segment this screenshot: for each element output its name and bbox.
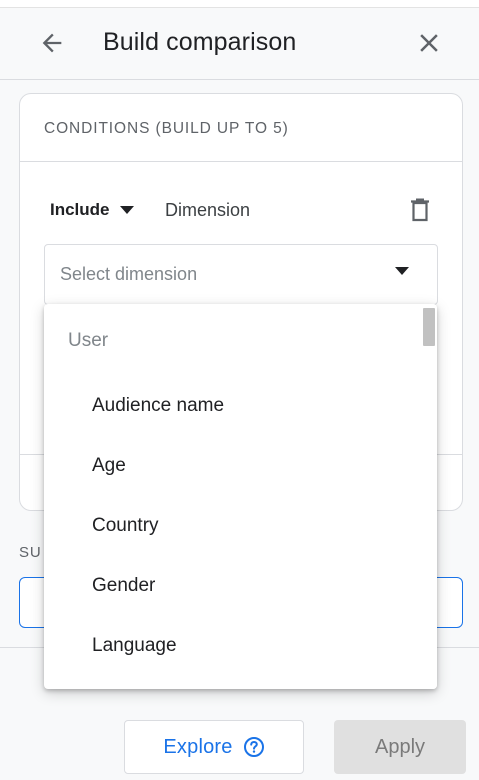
- page-title: Build comparison: [103, 28, 297, 56]
- conditions-heading: CONDITIONS (BUILD UP TO 5): [44, 120, 289, 137]
- summary-section-label: SU: [19, 544, 42, 561]
- panel-header: Build comparison: [0, 8, 479, 80]
- dropdown-option-country[interactable]: Country: [44, 496, 420, 556]
- select-dimension-field[interactable]: Select dimension: [44, 244, 438, 305]
- help-circle-icon: [243, 737, 264, 757]
- close-icon: [420, 34, 438, 52]
- back-button[interactable]: [30, 25, 74, 61]
- trash-icon: [411, 198, 429, 222]
- close-button[interactable]: [410, 25, 448, 61]
- include-label: Include: [50, 200, 110, 219]
- dimension-dropdown-menu: User Audience name Age Country Gender La…: [44, 304, 437, 689]
- explore-label: Explore: [163, 735, 233, 758]
- arrow-back-icon: [42, 33, 62, 53]
- select-dimension-placeholder: Select dimension: [60, 264, 198, 284]
- dropdown-group-label: User: [68, 330, 109, 351]
- dropdown-option-language[interactable]: Language: [44, 616, 420, 676]
- dropdown-option-audience-name[interactable]: Audience name: [44, 376, 420, 436]
- explore-button[interactable]: Explore: [124, 720, 304, 774]
- apply-label: Apply: [374, 735, 426, 758]
- apply-button[interactable]: Apply: [334, 720, 466, 774]
- dropdown-arrow-icon: [395, 267, 409, 275]
- conditions-card-header: CONDITIONS (BUILD UP TO 5): [20, 94, 462, 162]
- dropdown-scrollbar-track[interactable]: [421, 304, 437, 689]
- top-strip: [0, 0, 479, 8]
- include-dropdown-button[interactable]: Include: [50, 198, 136, 222]
- dropdown-option-gender[interactable]: Gender: [44, 556, 420, 616]
- delete-condition-button[interactable]: [404, 194, 436, 226]
- dropdown-scrollbar-thumb[interactable]: [423, 308, 435, 346]
- dimension-label: Dimension: [165, 200, 251, 220]
- dropdown-option-age[interactable]: Age: [44, 436, 420, 496]
- caret-down-icon: [119, 206, 134, 214]
